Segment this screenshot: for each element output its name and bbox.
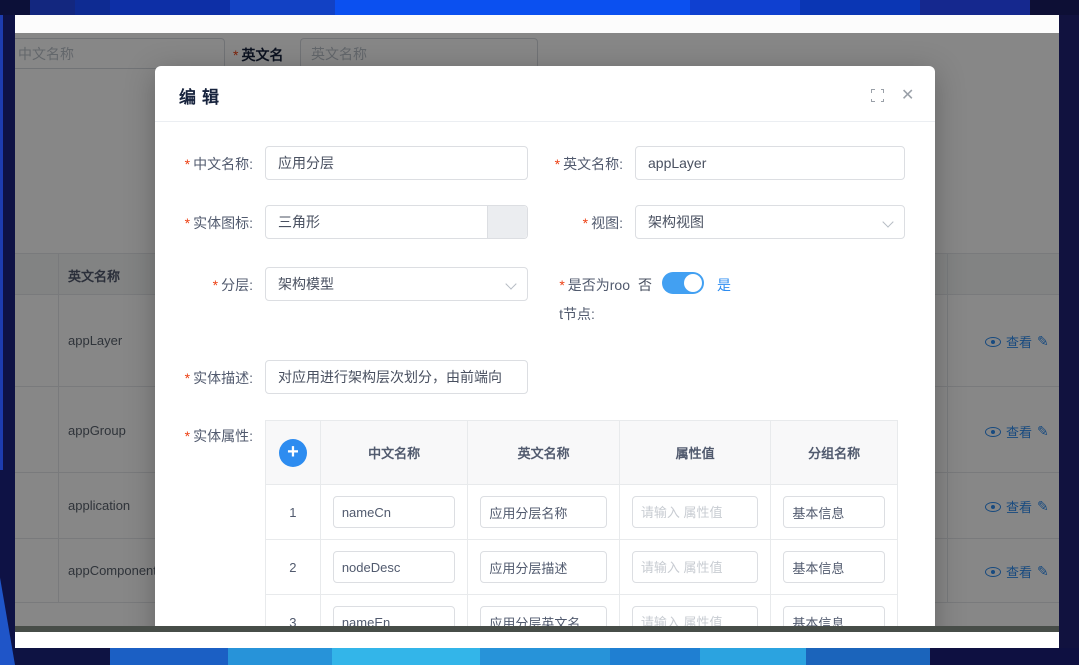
decor-segment <box>700 648 806 665</box>
name-cn-input[interactable] <box>265 146 528 180</box>
attr-en-input[interactable] <box>480 551 607 583</box>
required-asterisk: * <box>583 215 588 231</box>
entity-desc-input[interactable] <box>265 360 528 394</box>
chevron-down-icon <box>882 216 893 227</box>
left-frame-accent <box>0 15 3 470</box>
toggle-off-text: 否 <box>638 275 652 295</box>
app-window-top-strip <box>15 15 1059 33</box>
required-asterisk: * <box>185 428 190 444</box>
right-frame <box>1059 15 1079 648</box>
attr-value-input[interactable] <box>632 496 759 528</box>
attr-cn-input[interactable] <box>333 606 456 626</box>
attr-en-input[interactable] <box>480 606 607 626</box>
fullscreen-icon[interactable] <box>871 89 884 102</box>
toggle-knob <box>684 274 702 292</box>
decor-segment <box>332 648 480 665</box>
icon-picker-suffix[interactable] <box>487 206 527 238</box>
required-asterisk: * <box>213 277 218 293</box>
required-asterisk: * <box>185 370 190 386</box>
attr-cn-input[interactable] <box>333 496 456 528</box>
attribute-row: 2 <box>266 539 897 594</box>
attr-cn-input[interactable] <box>333 551 456 583</box>
attribute-table: + 中文名称 英文名称 属性值 分组名称 1 2 <box>265 420 898 626</box>
attr-value-input[interactable] <box>632 551 759 583</box>
attribute-table-header: + 中文名称 英文名称 属性值 分组名称 <box>266 421 897 484</box>
window-bottom-edge <box>15 626 1059 632</box>
attr-group-input[interactable] <box>783 496 885 528</box>
decor-segment <box>230 0 335 15</box>
attribute-row: 3 <box>266 594 897 626</box>
header-attr-value: 属性值 <box>620 421 772 484</box>
decor-segment <box>30 0 75 15</box>
decor-segment <box>0 648 110 665</box>
row-index: 3 <box>266 595 321 626</box>
add-attribute-cell: + <box>266 421 321 484</box>
dialog-title: 编辑 <box>179 83 225 108</box>
attr-en-input[interactable] <box>480 496 607 528</box>
app-window-bottom-strip <box>15 632 1059 648</box>
top-decor-bar <box>0 0 1079 15</box>
decor-segment <box>228 648 332 665</box>
decor-segment <box>690 0 800 15</box>
view-label: *视图: <box>540 213 623 233</box>
layer-select-value: 架构模型 <box>278 276 334 292</box>
header-en-name: 英文名称 <box>468 421 620 484</box>
attr-group-input[interactable] <box>783 551 885 583</box>
entity-icon-label: *实体图标: <box>155 213 253 233</box>
view-select-value: 架构视图 <box>648 214 704 230</box>
decor-segment <box>920 0 1030 15</box>
row-index: 1 <box>266 485 321 539</box>
name-en-input[interactable] <box>635 146 905 180</box>
attr-value-input[interactable] <box>632 606 759 626</box>
decor-segment <box>930 648 1079 665</box>
name-en-label: *英文名称: <box>540 154 623 174</box>
decor-segment <box>110 0 230 15</box>
decor-segment <box>480 648 610 665</box>
add-attribute-button[interactable]: + <box>279 439 307 467</box>
dialog-header: 编辑 ✕ <box>155 66 935 122</box>
decor-segment <box>610 648 700 665</box>
required-asterisk: * <box>185 215 190 231</box>
decor-segment <box>0 0 30 15</box>
left-corner-wedge <box>0 540 15 665</box>
desktop-background: *英文名 英文名称 appLayer appGroup application … <box>0 0 1079 665</box>
layer-label: *分层: <box>155 275 253 295</box>
fullscreen-icon-mask <box>875 87 881 104</box>
chevron-down-icon <box>505 278 516 289</box>
decor-segment <box>110 648 228 665</box>
decor-segment <box>806 648 930 665</box>
view-select[interactable]: 架构视图 <box>635 205 905 239</box>
is-root-toggle[interactable] <box>662 272 704 294</box>
required-asterisk: * <box>555 156 560 172</box>
attribute-row: 1 <box>266 484 897 539</box>
row-index: 2 <box>266 540 321 594</box>
entity-attrs-label: *实体属性: <box>155 426 253 446</box>
header-group-name: 分组名称 <box>771 421 897 484</box>
decor-segment <box>1030 0 1079 15</box>
close-icon[interactable]: ✕ <box>901 85 914 105</box>
name-cn-label: *中文名称: <box>155 154 253 174</box>
toggle-on-text: 是 <box>717 275 731 295</box>
required-asterisk: * <box>559 277 564 293</box>
required-asterisk: * <box>185 156 190 172</box>
edit-dialog: 编辑 ✕ *中文名称: *英文名称: *实体图标: <box>155 66 935 626</box>
attr-group-input[interactable] <box>783 606 885 626</box>
decor-segment <box>75 0 110 15</box>
decor-segment <box>800 0 920 15</box>
decor-segment <box>335 0 690 15</box>
entity-icon-field <box>265 205 528 239</box>
is-root-label: *是否为roo <box>547 275 630 295</box>
layer-select[interactable]: 架构模型 <box>265 267 528 301</box>
is-root-label-line2: t节点: <box>547 304 607 324</box>
header-cn-name: 中文名称 <box>321 421 469 484</box>
page-viewport: *英文名 英文名称 appLayer appGroup application … <box>15 33 1059 626</box>
bottom-decor-bar <box>0 648 1079 665</box>
entity-desc-label: *实体描述: <box>155 368 253 388</box>
